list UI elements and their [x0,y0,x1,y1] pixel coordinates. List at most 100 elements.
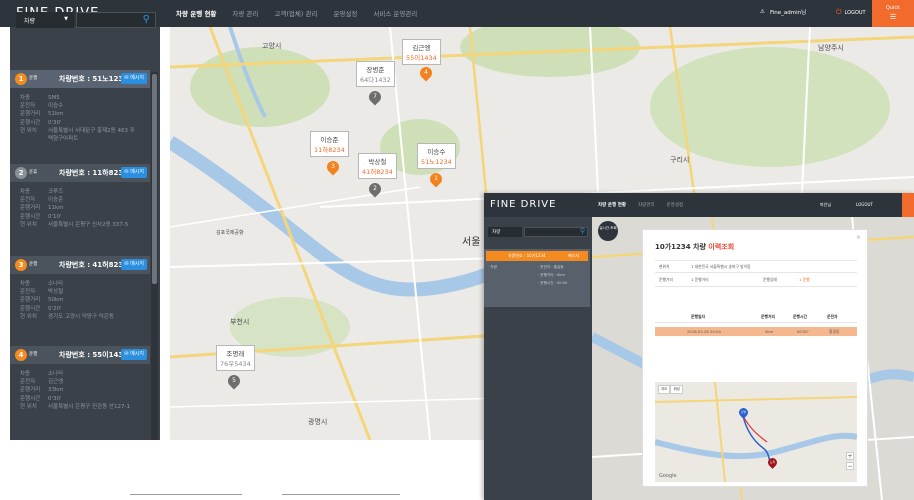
detail-row: 현 위치 경기도 고양시 덕양구 덕은동 [20,313,150,321]
detail-value: 김근엥 [48,379,64,386]
message-button[interactable]: ✉ 메시지 [121,349,147,360]
route-map-background [655,382,857,482]
vehicle-card-header[interactable]: 1 운행 차량번호 : 51노1234 ✉ 메시지 [10,70,150,88]
table-header: 운행일자 [691,314,705,319]
nav-vehicle-status[interactable]: 차량 운행 현황 [176,8,216,18]
map-type-button[interactable]: 위성 [670,385,683,394]
zoom-out-button[interactable]: − [846,462,854,470]
vehicle-pin[interactable]: 4 [417,64,435,82]
info-value: 1 운행 [799,277,810,282]
detail-row: 운전자 이승준 [20,196,150,204]
detail-row: 현 위치 서울특별시 은평구 진관동 산127-1 [20,403,150,411]
message-label: 메시지 [130,75,144,81]
divider [655,260,857,261]
vehicle-card[interactable]: 4 운행 차량번호 : 55이1434 ✉ 메시지 차종 소나타 운전자 김근엥 운… [10,346,150,411]
search-icon[interactable]: ⚲ [580,227,585,235]
vehicle-pin[interactable]: 2 [366,180,384,198]
vehicle-pin[interactable]: 7 [366,88,384,106]
inset-search-select[interactable]: 차량 [488,227,522,237]
caret-down-icon: ▼ [64,16,68,22]
vehicle-pin[interactable]: 3 [324,158,342,176]
vehicle-status: 운행 [29,352,38,357]
map-type-button[interactable]: 지도 [658,385,671,394]
inset-card-msg[interactable]: 메시지 [568,253,579,259]
vehicle-pin[interactable]: 5 [225,372,243,390]
inset-map[interactable]: 실시간 조회 10가1234 차량 이력조회 × 현위치 1 대한민국 서울특별… [592,217,914,500]
search-icon[interactable]: ⚲ [143,14,150,25]
marker-driver-name: 박상철 [368,158,387,166]
vehicle-marker-card[interactable]: 장병준 64다1432 [356,61,395,87]
vehicle-card[interactable]: 1 운행 차량번호 : 51노1234 ✉ 메시지 차종 SM5 운전자 이승수 운… [10,70,150,143]
pin-number: 2 [373,185,377,192]
inset-card-row: · 운전자 : 홍길동 [538,265,564,269]
nav-service-management[interactable]: 서비스 운영관리 [373,8,417,18]
vehicle-card[interactable]: 3 운행 차량번호 : 41허8234 ✉ 메시지 차종 소나타 운전자 박상철 운… [10,256,150,321]
inset-nav-item[interactable]: 운영설정 [667,202,684,208]
nav-vehicle-management[interactable]: 차량 관리 [232,8,258,18]
route-minimap[interactable]: 지도 위성 출발 도착 + − Google [655,382,857,482]
table-cell: 00'00' [797,329,809,334]
nav-settings[interactable]: 운영설정 [333,8,357,18]
detail-key: 현 위치 [20,221,37,228]
inset-card-row: · 운행거리 : 0km [538,273,565,277]
detail-value: 크루즈 [48,189,64,195]
detail-key: 차종 [20,95,31,101]
inset-search-input[interactable]: ⚲ [524,227,588,237]
panel-scrollbar-thumb[interactable] [152,74,157,284]
logout-button[interactable]: ⏻ LOGOUT [836,8,866,17]
detail-value: 이승준 [48,197,64,204]
vehicle-marker-card[interactable]: 이승수 51노1234 [417,143,456,169]
detail-key: 운행시간 [20,119,41,126]
inset-card-header: 차량번호 : 10가1234 메시지 [486,251,588,261]
vehicle-marker-card[interactable]: 박상철 41허8234 [358,153,397,179]
zoom-in-button[interactable]: + [846,452,854,460]
divider [130,494,242,495]
message-button[interactable]: ✉ 메시지 [121,73,147,84]
place-label: 김포국제공항 [216,230,244,236]
close-icon[interactable]: × [856,234,861,241]
inset-logout[interactable]: LOGOUT [856,202,873,207]
detail-row: 차종 소나타 [20,280,150,288]
realtime-lookup-button[interactable]: 실시간 조회 [598,221,618,241]
vehicle-plate-title: 차량번호 : 51노1234 [59,75,129,83]
vehicle-details: 차종 SM5 운전자 이승수 운행거리 51km 운행시간 0'30' 현 위치 서울특별… [10,88,150,143]
vehicle-pin[interactable]: 1 [427,170,445,188]
vehicle-card-header[interactable]: 3 운행 차량번호 : 41허8234 ✉ 메시지 [10,256,150,274]
detail-row: 운행시간 0'30' [20,119,150,127]
inset-nav-item[interactable]: 차량 운행 현황 [598,202,626,208]
marker-driver-name: 이승준 [320,136,339,144]
detail-key: 운행거리 [20,297,41,304]
marker-driver-name: 장병준 [366,66,385,74]
detail-key: 운전자 [20,379,36,386]
message-button[interactable]: ✉ 메시지 [121,167,147,178]
detail-key: 현 위치 [20,403,37,410]
vehicle-card-header[interactable]: 2 운휴 차량번호 : 11하8234 ✉ 메시지 [10,164,150,182]
info-label: 운행거리 [659,277,673,282]
end-pin[interactable]: 도착 [766,456,779,469]
inset-vehicle-card[interactable]: 차량번호 : 10가1234 메시지 · 차량 · 운전자 : 홍길동 · 운행… [484,249,590,307]
vehicle-marker-card[interactable]: 김근엥 55이1434 [402,39,441,65]
nav-customer-management[interactable]: 고객(업체) 관리 [274,8,317,18]
vehicle-marker-card[interactable]: 이승준 11하8234 [310,131,349,157]
start-pin[interactable]: 출발 [737,406,750,419]
message-button[interactable]: ✉ 메시지 [121,259,147,270]
detail-key: 차종 [20,189,31,195]
vehicle-marker-card[interactable]: 조명래 76우5434 [216,345,255,371]
table-row-selected[interactable] [655,327,857,336]
search-type-label: 차량 [24,18,36,25]
inset-quick-button[interactable] [902,193,914,217]
detail-value: 0'30' [48,395,62,402]
quick-menu-button[interactable]: Quick ☰ [872,0,914,27]
inset-nav-item[interactable]: 차량관리 [638,202,655,208]
search-input[interactable]: ⚲ [76,12,156,28]
detail-value: 소나타 [48,281,64,287]
vehicle-plate-title: 차량번호 : 55이1434 [59,351,129,359]
inset-user: 파인님 [820,202,832,207]
detail-key: 운행시간 [20,213,41,220]
detail-key: 운행시간 [20,305,41,312]
vehicle-card[interactable]: 2 운휴 차량번호 : 11하8234 ✉ 메시지 차종 크루즈 운전자 이승준 운… [10,164,150,229]
marker-plate: 11하8234 [314,146,345,154]
search-type-select[interactable]: 차량 ▼ [16,12,74,28]
message-label: 메시지 [130,169,144,175]
vehicle-card-header[interactable]: 4 운행 차량번호 : 55이1434 ✉ 메시지 [10,346,150,364]
